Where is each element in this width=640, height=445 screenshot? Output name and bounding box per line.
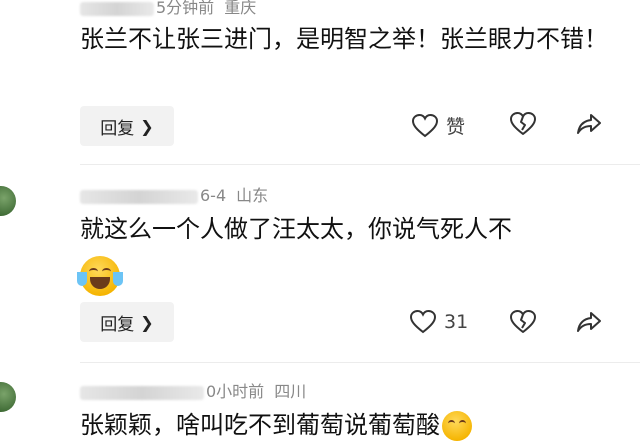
chevron-right-icon: ❯: [140, 116, 154, 136]
reply-button[interactable]: 回复 ❯: [80, 302, 174, 342]
laughing-with-tears-emoji: [77, 256, 123, 296]
share-arrow-icon: [576, 112, 602, 136]
reply-button[interactable]: 回复 ❯: [80, 106, 174, 146]
comment-meta: 6-4 山东: [80, 182, 268, 206]
like-label: 赞: [446, 116, 466, 138]
comment-time: 5分钟前: [156, 0, 215, 17]
comment-text-content: 就这么一个人做了汪太太，你说气死人不: [80, 215, 512, 243]
dislike-button[interactable]: [510, 112, 536, 136]
share-arrow-icon: [576, 310, 602, 334]
broken-heart-icon: [510, 112, 536, 136]
comment-text: 就这么一个人做了汪太太，你说气死人不: [80, 210, 620, 248]
blurred-username: [80, 385, 204, 400]
avatar[interactable]: [0, 186, 16, 216]
chevron-right-icon: ❯: [140, 312, 154, 332]
comment-location: 山东: [236, 186, 269, 205]
comment-text: 张颖颖，啥叫吃不到葡萄说葡萄酸: [80, 406, 620, 444]
heart-icon: [410, 310, 436, 334]
reply-label: 回复: [100, 314, 135, 335]
comment-time: 6-4: [200, 186, 227, 205]
avatar[interactable]: [0, 382, 16, 412]
blurred-username: [80, 189, 198, 204]
comment-location: 四川: [274, 382, 307, 401]
comment-meta: 0小时前 四川: [80, 378, 306, 402]
comment-time: 0小时前: [206, 382, 265, 401]
heart-icon: [412, 113, 438, 138]
share-button[interactable]: [576, 112, 602, 136]
like-button[interactable]: 31: [410, 310, 468, 334]
dislike-button[interactable]: [510, 310, 536, 334]
reply-label: 回复: [100, 118, 135, 139]
comment-text-content: 张颖颖，啥叫吃不到葡萄说葡萄酸: [80, 411, 440, 439]
share-button[interactable]: [576, 310, 602, 334]
comment-text: 张兰不让张三进门，是明智之举！张兰眼力不错！: [80, 25, 608, 53]
sour-face-emoji: [442, 411, 472, 441]
like-button[interactable]: 赞: [412, 112, 465, 139]
comment-meta: 5分钟前 重庆: [80, 0, 256, 18]
broken-heart-icon: [510, 310, 536, 334]
like-count: 31: [444, 311, 469, 333]
blurred-username: [80, 1, 154, 16]
divider: [80, 362, 640, 363]
divider: [80, 164, 640, 165]
comment-location: 重庆: [224, 0, 257, 17]
